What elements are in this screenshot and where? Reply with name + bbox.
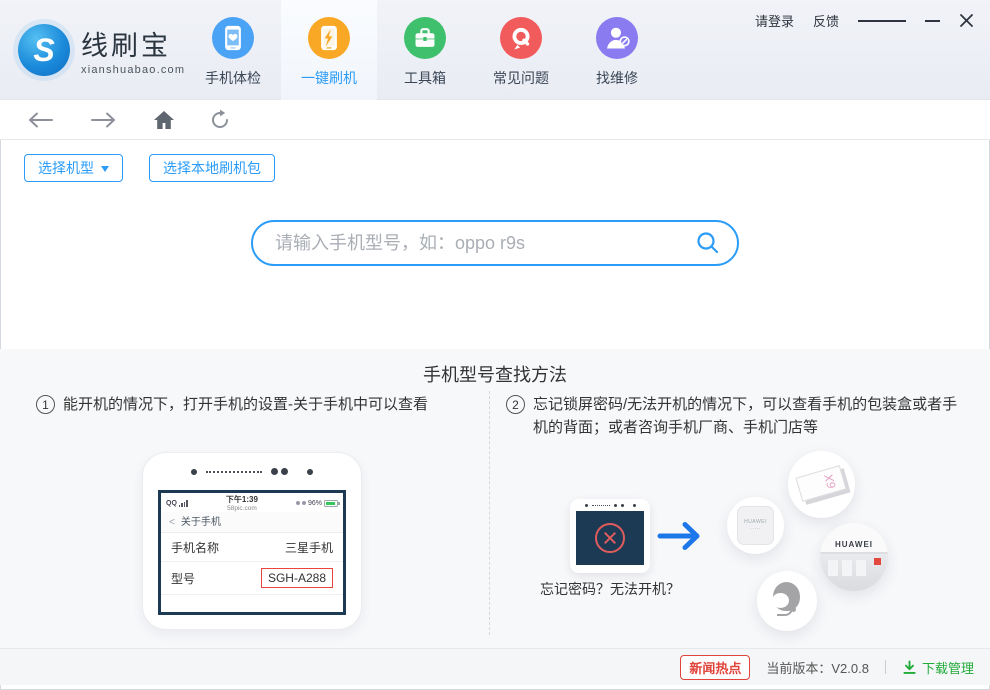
menu-icon[interactable] [858,17,906,24]
status-site: 58pic.com [227,505,257,512]
step-number: 1 [36,395,55,414]
nav-item-toolbox[interactable]: 工具箱 [377,0,473,100]
locked-screen [576,511,644,565]
guide-step-2: 2 忘记锁屏密码/无法开机的情况下，可以查看手机的包装盒或者手机的背面；或者咨询… [506,393,962,440]
back-icon[interactable] [24,110,56,130]
model-value-highlighted: SGH-A288 [260,568,333,588]
settings-demo-phone: QQ 下午1:39 58pic.com 96% < 关于手机 手机名称 三星手机… [142,452,362,630]
nav-item-find-repair[interactable]: 找维修 [569,0,665,100]
guide-title: 手机型号查找方法 [423,365,567,385]
phone-screen: QQ 下午1:39 58pic.com 96% < 关于手机 手机名称 三星手机… [158,490,346,615]
home-icon[interactable] [152,109,176,131]
model-lookup-guide: 手机型号查找方法 1 能开机的情况下，打开手机的设置-关于手机中可以查看 2 忘… [0,349,990,649]
news-hotspot-badge[interactable]: 新闻热点 [680,654,751,680]
nav-label: 一键刷机 [301,70,357,86]
browser-toolbar [0,100,990,140]
box-graphic: 6X [795,465,847,502]
select-local-package-label: 选择本地刷机包 [163,160,261,176]
select-model-label: 选择机型 [38,160,94,176]
back-chevron-icon: < [169,517,175,528]
support-person-photo [757,571,817,631]
step-number: 2 [506,395,525,414]
nav-label: 找维修 [596,70,638,86]
close-icon[interactable] [959,13,974,28]
nav-label: 常见问题 [493,70,549,86]
brand-domain: xianshuabao.com [81,64,186,76]
select-local-package-button[interactable]: 选择本地刷机包 [149,154,275,182]
brand: S 线刷宝 xianshuabao.com [18,24,185,76]
model-row: 型号 SGH-A288 [161,562,343,595]
download-label: 下载管理 [921,660,974,676]
login-link[interactable]: 请登录 [755,11,794,30]
phone-speaker-icons [143,453,361,490]
column-divider [489,391,490,635]
status-time: 下午1:39 [225,495,258,504]
row-label: 手机名称 [171,540,220,555]
nav-item-one-key-flash[interactable]: 一键刷机 [281,0,377,100]
about-phone-label: 关于手机 [180,517,221,528]
download-icon [903,659,916,674]
about-phone-row: < 关于手机 [161,512,343,533]
locked-caption: 忘记密码？无法开机？ [540,581,680,597]
search-input[interactable] [275,232,695,254]
search-area [0,220,990,266]
chevron-down-icon [101,165,109,172]
phone-name-row: 手机名称 三星手机 [161,533,343,562]
phone-back-brand: HUAWEI [744,519,767,525]
error-cross-icon [595,523,625,553]
battery-percent: 96% [307,499,322,507]
step-text: 忘记锁屏密码/无法开机的情况下，可以查看手机的包装盒或者手机的背面；或者咨询手机… [533,396,958,437]
refresh-icon[interactable] [208,108,232,132]
app-window: S 线刷宝 xianshuabao.com 手机体检 一键刷机 工具箱 常见问题… [0,0,990,690]
phone-back-photo: HUAWEI ····· [727,497,784,554]
topbar-right: 请登录 反馈 [755,11,974,30]
forward-icon[interactable] [88,110,120,130]
feedback-link[interactable]: 反馈 [813,11,839,30]
box-model-label: 6X [821,471,840,490]
repair-person-icon [596,17,638,59]
nav-label: 手机体检 [205,70,261,86]
phone-health-icon [212,17,254,59]
phone-speaker-icons [570,499,650,511]
question-bubble-icon [500,17,542,59]
minimize-icon[interactable] [925,19,940,22]
row-value: 三星手机 [284,540,333,555]
actions-row: 选择机型 选择本地刷机包 [24,154,990,182]
carrier-label: QQ [166,499,177,507]
signal-icon [178,500,188,507]
battery-icon [324,499,340,507]
right-arrow-icon [657,517,703,560]
store-photo: HUAWEI [820,523,888,591]
status-bar: QQ 下午1:39 58pic.com 96% [161,493,343,512]
phone-box-photo: 6X [788,451,855,518]
version-label: 当前版本：V2.0.8 [766,660,869,676]
guide-step-1: 1 能开机的情况下，打开手机的设置-关于手机中可以查看 [36,393,486,416]
nav-label: 工具箱 [404,70,446,86]
nav-item-phone-checkup[interactable]: 手机体检 [185,0,281,100]
brand-name: 线刷宝 [81,31,171,61]
header: S 线刷宝 xianshuabao.com 手机体检 一键刷机 工具箱 常见问题… [0,0,990,100]
phone-flash-icon [308,17,350,59]
storefront-graphic [820,553,888,591]
select-model-button[interactable]: 选择机型 [24,154,123,182]
phone-back-graphic: HUAWEI ····· [737,506,774,545]
search-icon[interactable] [695,230,721,256]
location-icon [295,501,300,505]
row-label: 型号 [171,571,196,586]
footer: 新闻热点 当前版本：V2.0.8 下载管理 [0,649,990,685]
footer-divider [884,660,886,674]
toolbox-icon [404,17,446,59]
search-box [251,220,739,266]
locked-phone [570,499,650,573]
app-logo-icon: S [18,24,70,76]
nav-item-faq[interactable]: 常见问题 [473,0,569,100]
download-manager-link[interactable]: 下载管理 [902,658,974,677]
shield-icon [301,501,306,505]
main-nav: 手机体检 一键刷机 工具箱 常见问题 找维修 [185,0,665,100]
step-text: 能开机的情况下，打开手机的设置-关于手机中可以查看 [63,396,428,413]
store-sign: HUAWEI [820,523,888,554]
